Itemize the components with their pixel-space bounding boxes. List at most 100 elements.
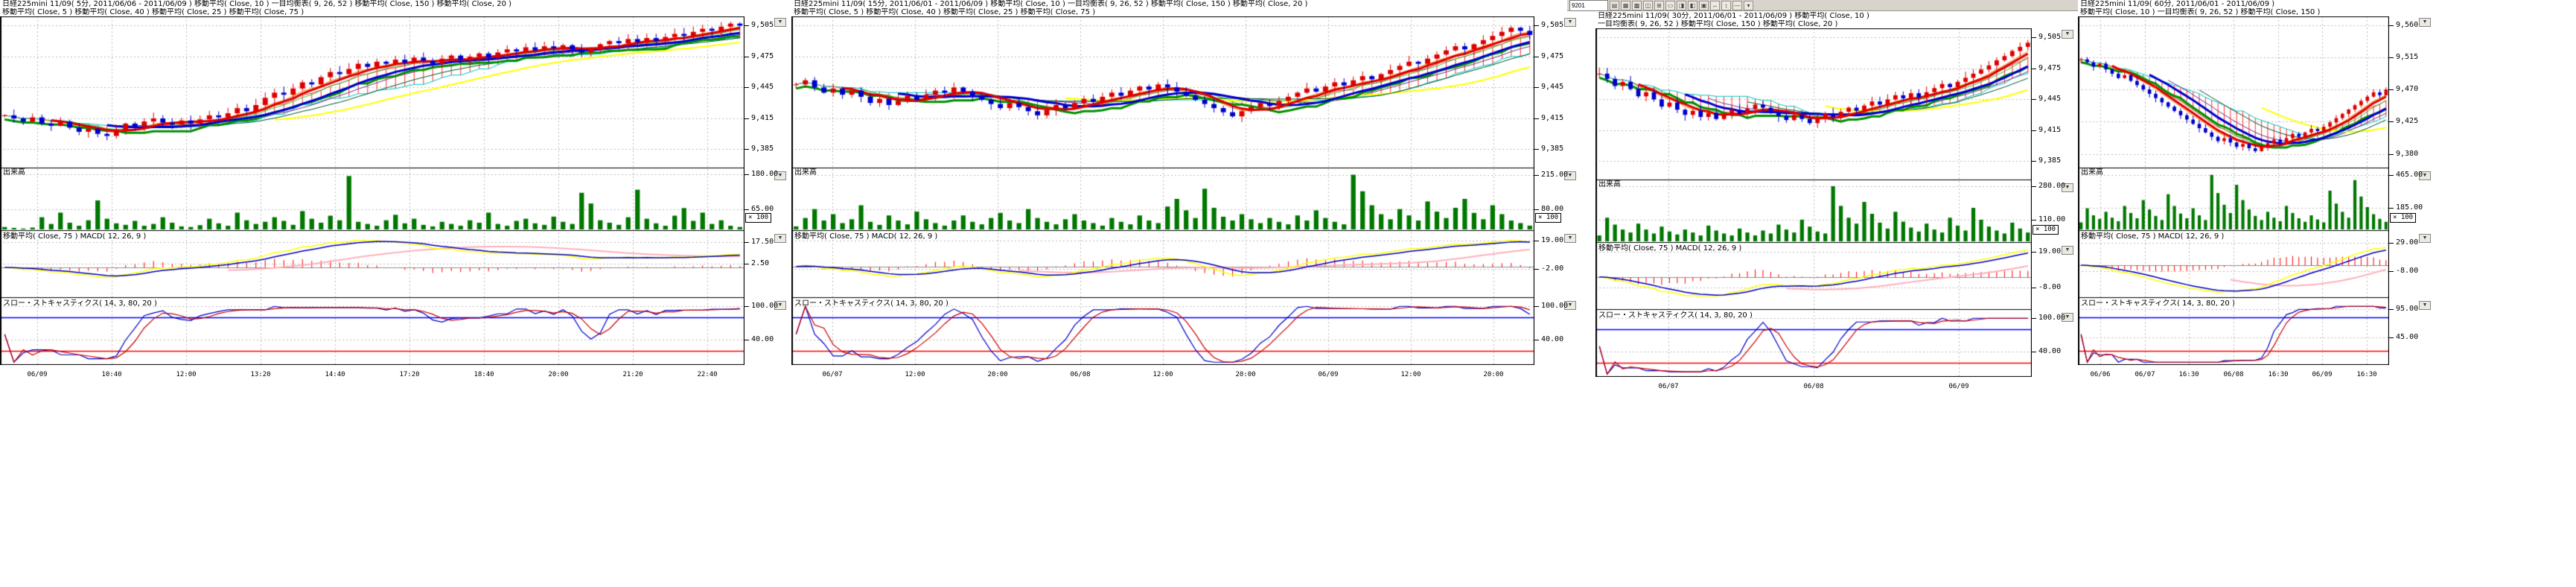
toolbar-button[interactable]: ▤ bbox=[1610, 1, 1619, 10]
axis-tick-label: 9,470 bbox=[2396, 86, 2418, 93]
axis-tick-label: 9,425 bbox=[2396, 118, 2418, 125]
toolbar-button[interactable]: ▭ bbox=[1665, 1, 1675, 10]
time-axis: 06/0910:4012:0013:2014:4017:2018:4020:00… bbox=[0, 365, 745, 381]
axis-tick-label: 29.00 bbox=[2396, 239, 2418, 247]
axis-tick-label: 45.00 bbox=[2396, 334, 2418, 341]
toolbar-button[interactable]: ▾ bbox=[1744, 1, 1753, 10]
axis-tick-label: -8.00 bbox=[2038, 284, 2061, 291]
time-axis-label: 06/08 bbox=[1064, 371, 1097, 378]
panel-header-line1: 日経225mini 11/09( 30分, 2011/06/01 - 2011/… bbox=[1598, 12, 2030, 20]
axis-tick-label: 9,385 bbox=[2038, 157, 2061, 165]
axis-tick-label: 40.00 bbox=[2038, 348, 2061, 355]
axis-tick-label: 185.00 bbox=[2396, 204, 2423, 212]
axis-tick-label: 17.50 bbox=[751, 238, 774, 246]
toolbar-button[interactable]: ▦ bbox=[1621, 1, 1630, 10]
axis-tick bbox=[1534, 25, 1539, 26]
chart-canvas[interactable] bbox=[2078, 16, 2389, 365]
macd-scale-dropdown-button[interactable]: ▼ bbox=[774, 234, 786, 243]
axis-tick-label: 9,475 bbox=[2038, 65, 2061, 72]
axis-tick bbox=[2032, 318, 2036, 319]
chart-canvas[interactable] bbox=[0, 16, 745, 365]
toolbar-button[interactable]: ▣ bbox=[1699, 1, 1709, 10]
time-axis-label: 12:00 bbox=[1394, 371, 1427, 378]
time-axis-label: 22:40 bbox=[691, 371, 724, 378]
axis-tick bbox=[745, 242, 749, 243]
value-axis: ▼ ▼ ▼ ▼ × 100 9,5059,4759,4459,4159,3852… bbox=[2031, 28, 2078, 377]
axis-tick bbox=[1534, 175, 1539, 176]
price-scale-dropdown-button[interactable]: ▼ bbox=[2062, 30, 2073, 39]
axis-tick-label: 9,445 bbox=[751, 83, 774, 91]
axis-tick bbox=[1534, 149, 1539, 150]
axis-tick-label: 100.00 bbox=[1541, 302, 1568, 310]
price-scale-dropdown-button[interactable]: ▼ bbox=[1564, 18, 1576, 27]
axis-tick-label: 19.00 bbox=[1541, 237, 1563, 244]
macd-scale-dropdown-button[interactable]: ▼ bbox=[2062, 246, 2073, 255]
toolbar-button[interactable]: ◫ bbox=[1643, 1, 1653, 10]
price-scale-dropdown-button[interactable]: ▼ bbox=[774, 18, 786, 27]
time-axis-label: 10:40 bbox=[95, 371, 128, 378]
axis-tick bbox=[2389, 271, 2394, 272]
stoch-scale-dropdown-button[interactable]: ▼ bbox=[2419, 301, 2431, 310]
toolbar-field[interactable] bbox=[1569, 0, 1608, 11]
macd-scale-dropdown-button[interactable]: ▼ bbox=[1564, 234, 1576, 243]
time-axis-label: 20:00 bbox=[1229, 371, 1262, 378]
axis-tick-label: 80.00 bbox=[1541, 206, 1563, 213]
toolbar-button[interactable]: ▩ bbox=[1632, 1, 1642, 10]
panel-header-line2: 移動平均( Close, 5 ) 移動平均( Close, 40 ) 移動平均(… bbox=[794, 8, 1533, 16]
axis-tick-label: 9,505 bbox=[1541, 22, 1563, 29]
toolbar-button[interactable]: ⊞ bbox=[1654, 1, 1664, 10]
value-axis: ▼ ▼ ▼ ▼ × 100 9,5059,4759,4459,4159,3852… bbox=[1534, 16, 1581, 365]
price-scale-dropdown-button[interactable]: ▼ bbox=[2419, 18, 2431, 27]
time-axis-label: 06/08 bbox=[2217, 371, 2250, 378]
axis-tick bbox=[745, 25, 749, 26]
axis-tick bbox=[2032, 252, 2036, 253]
axis-tick-label: 100.00 bbox=[2038, 314, 2065, 322]
axis-tick bbox=[745, 118, 749, 119]
panel-header-line1: 日経225mini 11/09( 5分, 2011/06/06 - 2011/0… bbox=[2, 0, 743, 8]
time-axis-label: 06/09 bbox=[21, 371, 54, 378]
toolbar-button[interactable]: ↕ bbox=[1721, 1, 1731, 10]
panel-header-line2: 移動平均( Close, 10 ) 一目均衡表( 9, 26, 52 ) 移動平… bbox=[2080, 8, 2388, 16]
axis-tick bbox=[2389, 208, 2394, 209]
chart-panel-60min: 日経225mini 11/09( 60分, 2011/06/01 - 2011/… bbox=[2078, 0, 2435, 384]
panel-header-line1: 日経225mini 11/09( 60分, 2011/06/01 - 2011/… bbox=[2080, 0, 2388, 8]
toolbar-button[interactable]: ↔ bbox=[1710, 1, 1720, 10]
axis-tick bbox=[2032, 37, 2036, 38]
toolbar-button[interactable]: — bbox=[1732, 1, 1742, 10]
macd-label: 移動平均( Close, 75 ) MACD( 12, 26, 9 ) bbox=[3, 232, 146, 241]
axis-tick-label: 180.00 bbox=[751, 171, 778, 178]
value-axis: ▼ ▼ ▼ ▼ × 100 9,5609,5159,4709,4259,3804… bbox=[2388, 16, 2435, 365]
time-axis-label: 21:20 bbox=[616, 371, 649, 378]
axis-tick-label: 19.00 bbox=[2038, 248, 2061, 256]
chart-canvas[interactable] bbox=[791, 16, 1534, 365]
macd-scale-dropdown-button[interactable]: ▼ bbox=[2419, 234, 2431, 243]
axis-tick bbox=[745, 87, 749, 88]
axis-tick-label: 9,415 bbox=[751, 115, 774, 122]
time-axis-label: 18:40 bbox=[468, 371, 500, 378]
axis-tick-label: 9,385 bbox=[751, 145, 774, 153]
axis-tick bbox=[1534, 269, 1539, 270]
stochastics-label: スロー・ストキャスティクス( 14, 3, 80, 20 ) bbox=[794, 299, 949, 308]
axis-tick bbox=[1534, 306, 1539, 307]
app-toolbar: ▤▦▩◫⊞▭◨◧▣↔↕—▾ bbox=[1567, 0, 2078, 11]
chart-canvas[interactable] bbox=[1595, 28, 2032, 377]
time-axis-label: 12:00 bbox=[1147, 371, 1179, 378]
axis-tick-label: 110.00 bbox=[2038, 216, 2065, 223]
axis-tick-label: -2.00 bbox=[1541, 265, 1563, 273]
value-axis: ▼ ▼ ▼ ▼ × 100 9,5059,4759,4459,4159,3851… bbox=[744, 16, 791, 365]
axis-tick bbox=[2389, 57, 2394, 58]
axis-tick bbox=[2032, 186, 2036, 187]
axis-tick-label: 215.00 bbox=[1541, 171, 1568, 179]
axis-tick-label: 95.00 bbox=[2396, 305, 2418, 313]
axis-tick bbox=[2389, 243, 2394, 244]
toolbar-button[interactable]: ◨ bbox=[1677, 1, 1686, 10]
time-axis-label: 06/09 bbox=[2306, 371, 2339, 378]
time-axis-label: 20:00 bbox=[981, 371, 1014, 378]
time-axis-label: 12:00 bbox=[170, 371, 203, 378]
panel-header-line2: 移動平均( Close, 5 ) 移動平均( Close, 40 ) 移動平均(… bbox=[2, 8, 743, 16]
volume-label: 出来高 bbox=[1598, 180, 1621, 188]
volume-label: 出来高 bbox=[2081, 168, 2103, 177]
toolbar-button[interactable]: ◧ bbox=[1688, 1, 1697, 10]
axis-tick bbox=[2389, 175, 2394, 176]
axis-tick-label: 40.00 bbox=[751, 336, 774, 343]
